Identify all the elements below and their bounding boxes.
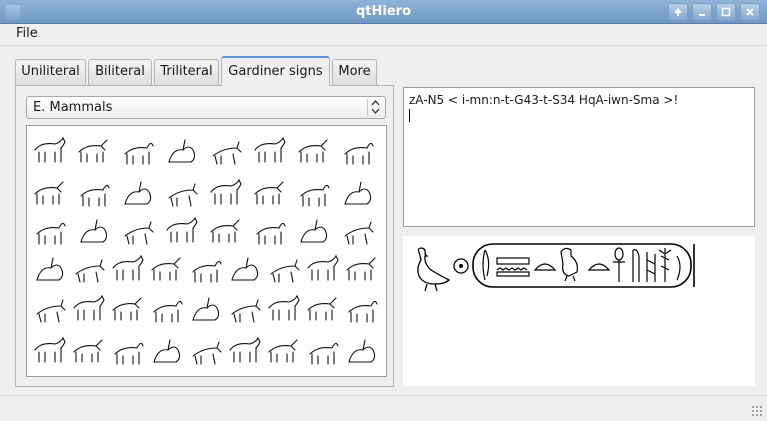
mammal-sign-icon[interactable] (295, 134, 333, 170)
mammal-sign-icon[interactable] (70, 252, 108, 288)
window-title: qtHiero (355, 4, 411, 19)
bread-loaf-icon (533, 263, 557, 271)
cartouche-icon (472, 243, 695, 288)
mammal-sign-icon[interactable] (339, 134, 377, 170)
mammal-sign-icon[interactable] (187, 292, 225, 328)
quail-chick-icon (560, 247, 578, 282)
reed-icon (482, 249, 490, 281)
mammal-sign-icon[interactable] (70, 292, 108, 328)
mammal-sign-icon[interactable] (75, 176, 113, 212)
bread-loaf-icon (587, 263, 611, 271)
duck-icon (417, 247, 451, 292)
mammal-sign-icon[interactable] (187, 252, 225, 288)
mammal-sign-icon[interactable] (295, 176, 333, 212)
status-bar (0, 395, 767, 421)
mammal-sign-icon[interactable] (163, 134, 201, 170)
mammal-sign-icon[interactable] (109, 252, 147, 288)
sedge-plant-icon (646, 248, 681, 282)
mammal-sign-icon[interactable] (119, 134, 157, 170)
mammal-sign-icon[interactable] (251, 134, 289, 170)
minimize-icon (699, 14, 705, 16)
mammal-sign-icon[interactable] (75, 214, 113, 250)
mammal-sign-icon[interactable] (148, 292, 186, 328)
mammal-sign-icon[interactable] (119, 176, 157, 212)
editor-text: zA-N5 < i-mn:n-t-G43-t-S34 HqA-iwn-Sma >… (409, 93, 679, 107)
mammal-sign-icon[interactable] (163, 214, 201, 250)
mammal-sign-icon[interactable] (265, 334, 303, 370)
mammal-sign-icon[interactable] (226, 252, 264, 288)
mammal-sign-icon[interactable] (226, 334, 264, 370)
mammal-sign-icon[interactable] (265, 252, 303, 288)
mammal-sign-icon[interactable] (343, 334, 381, 370)
mammal-sign-icon[interactable] (339, 214, 377, 250)
mammal-sign-icon[interactable] (31, 252, 69, 288)
mammal-sign-icon[interactable] (207, 176, 245, 212)
mammal-sign-icon[interactable] (226, 292, 264, 328)
mammal-sign-icon[interactable] (207, 214, 245, 250)
hieroglyph-text-editor[interactable]: zA-N5 < i-mn:n-t-G43-t-S34 HqA-iwn-Sma >… (403, 87, 755, 227)
mammal-sign-icon[interactable] (339, 176, 377, 212)
mammal-sign-icon[interactable] (207, 134, 245, 170)
mammal-sign-icon[interactable] (187, 334, 225, 370)
tab-uniliteral[interactable]: Uniliteral (15, 59, 86, 85)
mammal-sign-icon[interactable] (31, 176, 69, 212)
mammal-sign-icon[interactable] (251, 214, 289, 250)
mammal-sign-icon[interactable] (163, 176, 201, 212)
sun-disc-icon (453, 258, 469, 274)
mammal-sign-icon[interactable] (31, 292, 69, 328)
resize-grip-icon[interactable] (751, 405, 763, 417)
mammal-sign-icon[interactable] (109, 292, 147, 328)
menu-file[interactable]: File (16, 26, 38, 41)
mammal-sign-icon[interactable] (343, 292, 381, 328)
mammal-sign-icon[interactable] (70, 334, 108, 370)
mammal-sign-icon[interactable] (304, 334, 342, 370)
close-button[interactable] (740, 3, 760, 21)
mammal-sign-icon[interactable] (31, 214, 69, 250)
mammal-sign-icon[interactable] (265, 292, 303, 328)
title-bar[interactable]: qtHiero (0, 0, 767, 24)
category-selected: E. Mammals (33, 100, 113, 115)
mammal-sign-icon[interactable] (31, 334, 69, 370)
mammal-sign-icon[interactable] (109, 334, 147, 370)
maximize-button[interactable] (716, 3, 736, 21)
mammal-sign-icon[interactable] (148, 334, 186, 370)
mammal-sign-icon[interactable] (119, 214, 157, 250)
text-caret (409, 109, 410, 122)
sceptre-icon (632, 249, 640, 282)
tab-gardiner-signs[interactable]: Gardiner signs (221, 56, 330, 86)
mammal-sign-icon[interactable] (304, 292, 342, 328)
tab-biliteral[interactable]: Biliteral (88, 59, 152, 85)
mammal-sign-icon[interactable] (251, 176, 289, 212)
maximize-icon (721, 7, 731, 17)
menu-bar: File (0, 24, 767, 46)
tab-more[interactable]: More (332, 59, 377, 85)
hieroglyph-preview (403, 236, 755, 386)
ankh-icon (613, 247, 625, 282)
mammal-sign-icon[interactable] (148, 252, 186, 288)
mammal-sign-icon[interactable] (31, 134, 69, 170)
arrow-up-icon (674, 8, 682, 16)
category-select[interactable]: E. Mammals (26, 96, 386, 119)
mammal-sign-icon[interactable] (304, 252, 342, 288)
close-icon (746, 8, 754, 16)
mammal-sign-icon[interactable] (295, 214, 333, 250)
minimize-button[interactable] (692, 3, 712, 21)
water-ripples-icon (496, 257, 530, 277)
mammal-sign-icon[interactable] (75, 134, 113, 170)
shade-button[interactable] (668, 3, 688, 21)
tab-triliteral[interactable]: Triliteral (154, 59, 219, 85)
mammal-sign-icon[interactable] (343, 252, 381, 288)
glyph-grid (26, 125, 387, 377)
updown-arrow-icon (367, 99, 382, 116)
